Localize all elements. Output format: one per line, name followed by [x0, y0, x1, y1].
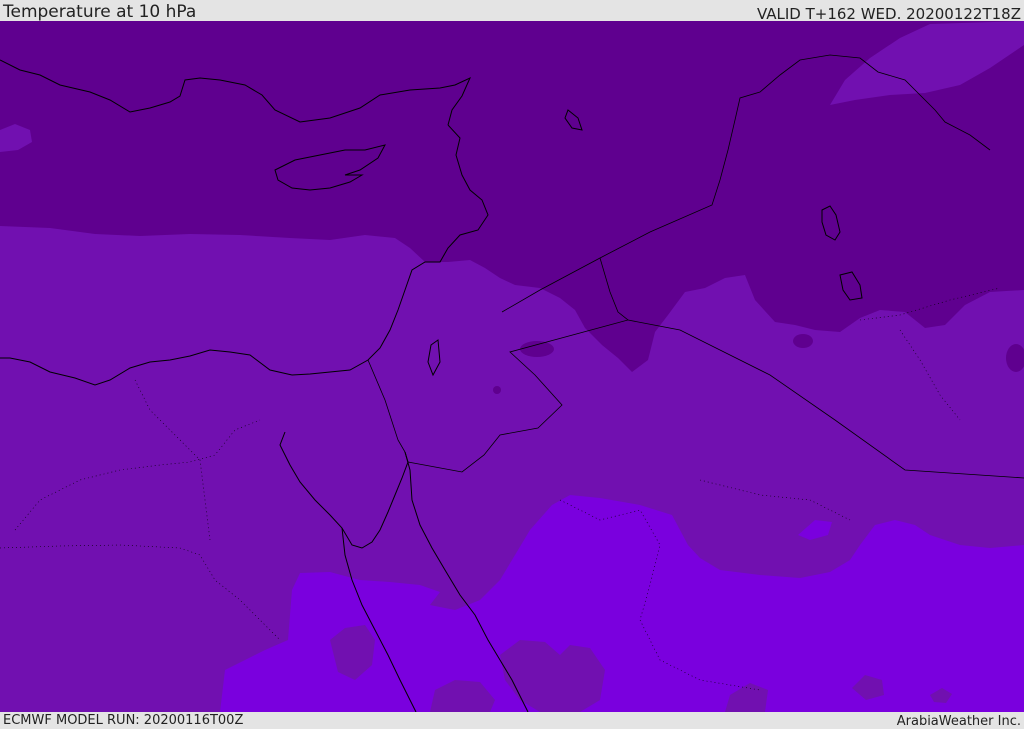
model-run-label: ECMWF MODEL RUN: 20200116T00Z: [3, 713, 244, 728]
header-bar: Temperature at 10 hPa VALID T+162 WED. 2…: [0, 0, 1024, 23]
footer-bar: ECMWF MODEL RUN: 20200116T00Z ArabiaWeat…: [0, 712, 1024, 729]
contour-blob-dark-1: [520, 341, 554, 357]
weather-map: [0, 21, 1024, 712]
contour-blob-dark-2: [793, 334, 813, 348]
contour-blob-dark-4: [493, 386, 501, 394]
credit-label: ArabiaWeather Inc.: [896, 714, 1021, 729]
map-title: Temperature at 10 hPa: [3, 2, 197, 22]
